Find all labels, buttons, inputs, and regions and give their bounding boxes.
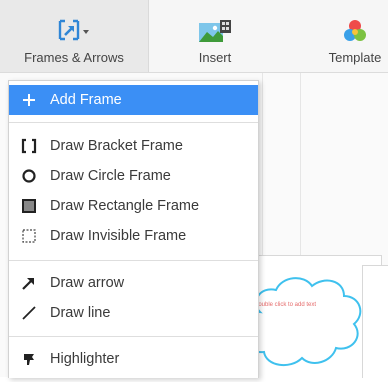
- highlighter-icon: [21, 351, 37, 367]
- rectangle-icon: [21, 198, 37, 214]
- insert-image-icon: [198, 18, 232, 44]
- insert-label: Insert: [198, 50, 232, 65]
- plus-icon: [21, 92, 37, 108]
- menu-item-draw-circle-frame[interactable]: Draw Circle Frame: [9, 161, 258, 191]
- circle-icon: [21, 168, 37, 184]
- menu-item-label: Draw arrow: [50, 275, 125, 291]
- bracket-icon: [21, 138, 37, 154]
- cloud-hint-text: Double click to add text: [254, 302, 317, 308]
- template-button[interactable]: Template: [300, 0, 388, 72]
- dashed-square-icon: [21, 228, 37, 244]
- menu-item-highlighter[interactable]: Highlighter: [9, 344, 258, 374]
- menu-item-draw-line[interactable]: Draw line: [9, 298, 258, 328]
- menu-item-label: Draw line: [50, 305, 111, 321]
- frames-arrows-label: Frames & Arrows: [24, 50, 124, 65]
- menu-divider: [9, 260, 258, 261]
- menu-item-label: Draw Circle Frame: [50, 168, 171, 184]
- template-palette-icon: [342, 18, 368, 44]
- menu-divider: [9, 336, 258, 337]
- menu-item-label: Add Frame: [50, 92, 122, 108]
- insert-button[interactable]: Insert: [160, 0, 270, 72]
- template-label: Template: [328, 50, 382, 65]
- menu-item-label: Draw Rectangle Frame: [50, 198, 200, 214]
- frames-arrows-button[interactable]: Frames & Arrows: [0, 0, 149, 72]
- menu-item-add-frame[interactable]: Add Frame: [9, 85, 258, 115]
- menu-item-draw-arrow[interactable]: Draw arrow: [9, 268, 258, 298]
- menu-item-draw-rectangle-frame[interactable]: Draw Rectangle Frame: [9, 191, 258, 221]
- menu-item-label: Draw Bracket Frame: [50, 138, 183, 154]
- ribbon-toolbar: Frames & Arrows Insert Template: [0, 0, 388, 73]
- menu-item-label: Draw Invisible Frame: [50, 228, 187, 244]
- menu-item-draw-invisible-frame[interactable]: Draw Invisible Frame: [9, 221, 258, 251]
- menu-divider: [9, 122, 258, 123]
- menu-item-draw-bracket-frame[interactable]: Draw Bracket Frame: [9, 131, 258, 161]
- arrow-icon: [21, 275, 37, 291]
- frames-arrows-dropdown: Add Frame Draw Bracket Frame Draw Circle…: [8, 80, 259, 378]
- line-icon: [21, 305, 37, 321]
- frames-arrows-icon: [57, 18, 91, 44]
- menu-item-label: Highlighter: [50, 351, 120, 367]
